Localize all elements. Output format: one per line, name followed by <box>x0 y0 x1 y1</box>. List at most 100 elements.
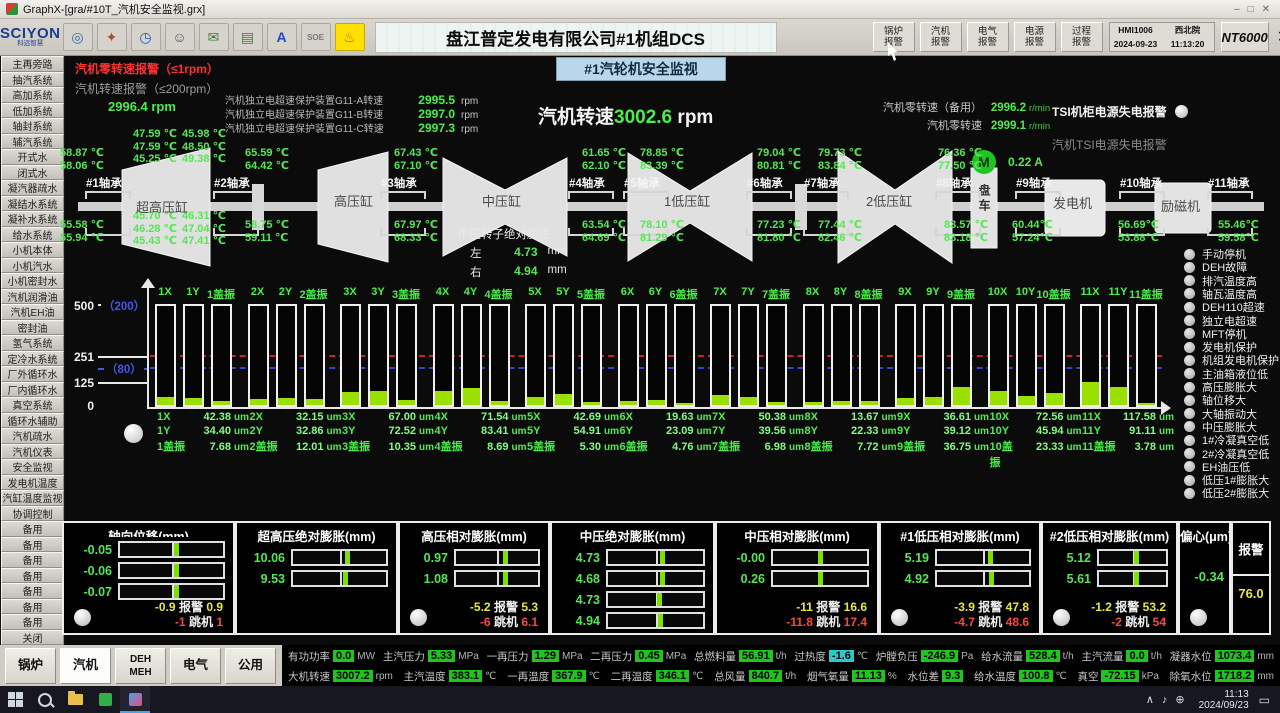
tray-icon[interactable]: ♪ <box>1162 694 1168 706</box>
gauge-bar <box>606 612 705 629</box>
metric: 二再温度346.1℃ <box>611 669 704 684</box>
bottom-tab[interactable]: 汽机 <box>60 648 111 684</box>
search-button[interactable] <box>30 686 60 713</box>
gauge-marker <box>818 572 823 585</box>
gauge-marker <box>818 551 823 564</box>
gauge-value: -0.06 <box>70 564 112 578</box>
panel-#2低压相对膨胀(mm): #2低压相对膨胀(mm)5.125.61-1.2 报警 53.2-2 跳机 54 <box>1041 521 1178 635</box>
gauge-marker <box>658 614 663 627</box>
tray-icon[interactable]: ⊕ <box>1175 694 1184 706</box>
gauge-center-line <box>983 551 985 564</box>
gauge-marker <box>345 551 350 564</box>
bottom-tab[interactable]: 锅炉 <box>5 648 56 684</box>
gauge-marker <box>503 551 508 564</box>
gauge-bar <box>454 570 540 587</box>
taskbar: ∧ ♪ ⊕ 11:13 2024/09/23 ▭ <box>0 686 1280 713</box>
gauge-marker <box>174 585 179 598</box>
start-button[interactable] <box>0 686 30 713</box>
gauge-marker <box>660 572 665 585</box>
tab-line: 锅炉 <box>18 659 43 672</box>
alarm-limits-line: -11 报警 16.6 <box>717 600 867 615</box>
metric-value: 0.45 <box>635 650 662 662</box>
gauge-row: 0.97 <box>406 549 540 566</box>
metric-value: 5.33 <box>428 650 455 662</box>
gauge-bar <box>606 570 705 587</box>
dcs-screen: GraphX-[gra/#10T_汽机安全监视.grx] –□✕ SCIYON … <box>0 0 1280 713</box>
metric-label: 真空 <box>1077 669 1098 684</box>
metric: 大机转速3007.2rpm <box>288 669 393 684</box>
metric-value: 100.8 <box>1019 670 1053 682</box>
gauge-row: 5.12 <box>1049 549 1168 566</box>
gauge-row: 4.73 <box>558 591 705 608</box>
gauge-value: 4.68 <box>558 572 600 586</box>
panel-status-lamp <box>1053 609 1070 626</box>
metric: 给水流量528.4t/h <box>981 649 1074 664</box>
bottom-tabs: 锅炉 汽机 DEHMEH电气公用 <box>0 645 282 686</box>
gauge-center-line <box>340 572 342 585</box>
gauge-bar <box>291 570 388 587</box>
gauge-marker <box>1134 572 1139 585</box>
app-button-green[interactable] <box>90 686 120 713</box>
metric-label: 水位差 <box>907 669 939 684</box>
panel-title: 高压相对膨胀(mm) <box>400 526 548 545</box>
bottom-tab[interactable]: 公用 <box>225 648 276 684</box>
metric: 总燃料量56.91t/h <box>694 649 787 664</box>
gauge-bar <box>1097 549 1168 566</box>
gauge-value: 10.06 <box>243 551 285 565</box>
gauge-center-line <box>983 572 985 585</box>
panel-title: 中压相对膨胀(mm) <box>717 526 877 545</box>
bottom-tab[interactable]: DEHMEH <box>115 648 166 684</box>
gauge-row: 9.53 <box>243 570 388 587</box>
panel-中压相对膨胀(mm): 中压相对膨胀(mm)-0.000.26-11 报警 16.6-11.8 跳机 1… <box>715 521 879 635</box>
tab-line: MEH <box>129 666 151 679</box>
tray-icon[interactable]: ∧ <box>1146 694 1154 706</box>
metric-unit: t/h <box>785 671 796 682</box>
metric-unit: ℃ <box>485 671 496 682</box>
tab-line: 汽机 <box>73 659 98 672</box>
gauge-bar <box>935 570 1031 587</box>
metric: 总风量840.7t/h <box>714 669 796 684</box>
metric-value: 11.13 <box>852 670 885 682</box>
taskbar-clock[interactable]: 11:13 2024/09/23 <box>1199 689 1249 711</box>
expansion-panels: 轴向位移(mm)-0.05-0.06-0.07-0.9 报警 0.9-1 跳机 … <box>62 521 1270 635</box>
gauge-bar <box>771 549 869 566</box>
metric-unit: % <box>888 671 897 682</box>
metric-value: 1.29 <box>532 650 559 662</box>
gauge-bar <box>118 562 225 579</box>
metric: 主汽压力5.33MPa <box>383 649 479 664</box>
metric-unit: t/h <box>776 651 787 662</box>
metric-value: 383.1 <box>449 670 483 682</box>
gauge-marker <box>174 564 179 577</box>
bottom-tab[interactable]: 电气 <box>170 648 221 684</box>
file-explorer-button[interactable] <box>60 686 90 713</box>
panel-alarm-title: 报警 <box>1233 523 1269 576</box>
gauge-bar <box>454 549 540 566</box>
search-icon <box>38 693 52 707</box>
metric-value: -72.15 <box>1101 670 1138 682</box>
graphx-taskbar-button[interactable] <box>120 686 150 713</box>
notification-icon[interactable]: ▭ <box>1259 693 1270 707</box>
green-app-icon <box>99 693 112 706</box>
folder-icon <box>68 694 83 705</box>
panel-title: #1低压相对膨胀(mm) <box>881 526 1039 545</box>
gauge-row: -0.05 <box>70 541 225 558</box>
metric-unit: ℃ <box>1056 671 1067 682</box>
metric-value: 1073.4 <box>1215 650 1255 662</box>
panel-status-lamp <box>74 609 91 626</box>
gauge-bar <box>1097 570 1168 587</box>
panel-轴向位移(mm): 轴向位移(mm)-0.05-0.06-0.07-0.9 报警 0.9-1 跳机 … <box>62 521 235 635</box>
metric-label: 有功功率 <box>288 649 330 664</box>
metric: 一再温度367.9℃ <box>507 669 600 684</box>
metric-value: 1718.2 <box>1215 670 1255 682</box>
gauge-row: 4.68 <box>558 570 705 587</box>
gauge-center-line <box>656 572 658 585</box>
gauge-row: -0.00 <box>723 549 869 566</box>
gauge-value: 5.19 <box>887 551 929 565</box>
gauge-marker <box>503 572 508 585</box>
gauge-bar <box>606 591 705 608</box>
panel-偏心(μm): 偏心(μm)-0.34 <box>1178 521 1231 635</box>
gauge-row: -0.06 <box>70 562 225 579</box>
gauge-value: 4.94 <box>558 614 600 628</box>
panel-高压相对膨胀(mm): 高压相对膨胀(mm)0.971.08-5.2 报警 5.3-6 跳机 6.1 <box>398 521 550 635</box>
metric-label: 给水温度 <box>974 669 1016 684</box>
